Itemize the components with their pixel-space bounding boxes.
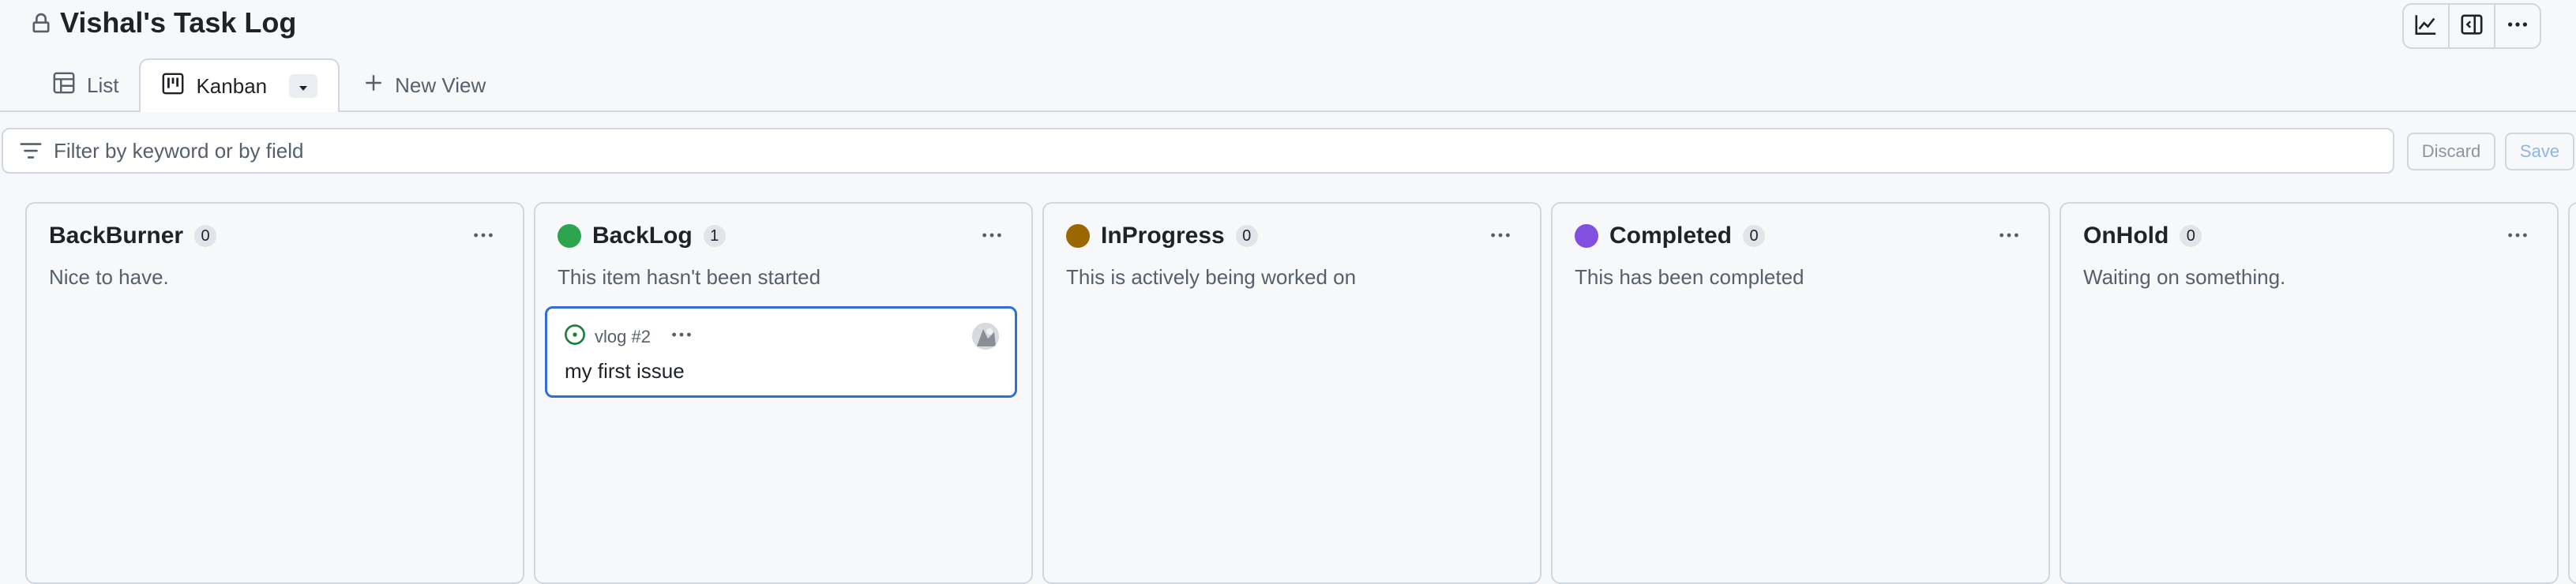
column-description: This item hasn't been started: [558, 265, 821, 289]
column-menu-button[interactable]: [1993, 223, 2025, 251]
column-name: InProgress: [1101, 223, 1225, 249]
column-name: OnHold: [2083, 223, 2169, 249]
column-description: This has been completed: [1575, 265, 1804, 289]
status-dot: [558, 224, 581, 248]
save-button[interactable]: Save: [2505, 133, 2574, 170]
column-header: BackBurner 0: [49, 223, 217, 249]
filter-bar[interactable]: Filter by keyword or by field: [2, 128, 2394, 174]
kebab-menu-icon: [670, 332, 693, 350]
item-count-badge: 0: [1235, 225, 1258, 247]
card-menu-button[interactable]: [670, 323, 693, 350]
filter-icon: [19, 139, 43, 163]
sidebar-panel-icon: [2460, 13, 2484, 40]
kebab-menu-icon: [2506, 223, 2529, 251]
project-header: Vishal's Task Log List Kanban New View: [0, 0, 2576, 112]
column-description: This is actively being worked on: [1066, 265, 1357, 289]
title-row: Vishal's Task Log: [30, 6, 296, 39]
column-menu-button[interactable]: [468, 223, 499, 251]
header-actions: [2402, 3, 2541, 49]
column-menu-button[interactable]: [976, 223, 1008, 251]
plus-icon: [363, 73, 384, 99]
kanban-board: BackBurner 0 Nice to have. BackLog 1 Thi…: [0, 200, 2576, 584]
kebab-menu-icon: [2506, 13, 2529, 40]
column-header: Completed 0: [1575, 223, 1766, 249]
tab-kanban-label: Kanban: [196, 73, 268, 98]
item-count-badge: 0: [1743, 225, 1766, 247]
issue-reference[interactable]: vlog #2: [595, 327, 651, 347]
assignee-avatar[interactable]: [972, 323, 999, 350]
column-menu-button[interactable]: [1485, 223, 1516, 251]
item-count-badge: 0: [194, 225, 217, 247]
column-inprogress: InProgress 0 This is actively being work…: [1042, 202, 1541, 584]
view-tabs: List Kanban New View: [32, 58, 506, 112]
column-name: Completed: [1609, 223, 1733, 249]
column-name: BackLog: [592, 223, 693, 249]
card-meta: vlog #2: [563, 323, 693, 350]
new-view-label: New View: [395, 73, 486, 97]
column-backlog: BackLog 1 This item hasn't been started …: [534, 202, 1033, 584]
tab-kanban[interactable]: Kanban: [139, 58, 340, 112]
column-onhold: OnHold 0 Waiting on something.: [2060, 202, 2559, 584]
board-icon: [161, 72, 185, 101]
filter-input[interactable]: Filter by keyword or by field: [54, 139, 303, 163]
item-count-badge: 0: [2180, 225, 2202, 247]
column-header: OnHold 0: [2083, 223, 2202, 249]
page-title: Vishal's Task Log: [60, 6, 297, 39]
view-options-dropdown[interactable]: [289, 74, 318, 99]
next-column-edge: [2568, 202, 2576, 584]
column-header: BackLog 1: [558, 223, 726, 249]
item-count-badge: 1: [703, 225, 726, 247]
kebab-menu-icon: [1997, 223, 2021, 251]
issue-card[interactable]: vlog #2 my first issue: [545, 306, 1017, 398]
toggle-sidebar-button[interactable]: [2450, 5, 2495, 47]
more-options-button[interactable]: [2495, 5, 2540, 47]
issue-title[interactable]: my first issue: [565, 359, 685, 384]
column-description: Waiting on something.: [2083, 265, 2286, 289]
triangle-down-icon: [297, 74, 310, 99]
column-backburner: BackBurner 0 Nice to have.: [25, 202, 524, 584]
tab-list-label: List: [87, 73, 119, 97]
tab-list[interactable]: List: [32, 60, 139, 110]
column-name: BackBurner: [49, 223, 184, 249]
status-dot: [1066, 224, 1090, 248]
column-completed: Completed 0 This has been completed: [1551, 202, 2050, 584]
kebab-menu-icon: [471, 223, 495, 251]
discard-button[interactable]: Discard: [2407, 133, 2495, 170]
column-header: InProgress 0: [1066, 223, 1258, 249]
status-dot: [1575, 224, 1598, 248]
table-icon: [52, 71, 76, 100]
lock-icon: [30, 12, 52, 34]
new-view-button[interactable]: New View: [340, 60, 506, 110]
kebab-menu-icon: [1489, 223, 1512, 251]
column-menu-button[interactable]: [2502, 223, 2533, 251]
issue-opened-icon: [563, 323, 587, 350]
insights-button[interactable]: [2404, 5, 2450, 47]
graph-icon: [2414, 13, 2438, 40]
column-description: Nice to have.: [49, 265, 169, 289]
kebab-menu-icon: [980, 223, 1004, 251]
